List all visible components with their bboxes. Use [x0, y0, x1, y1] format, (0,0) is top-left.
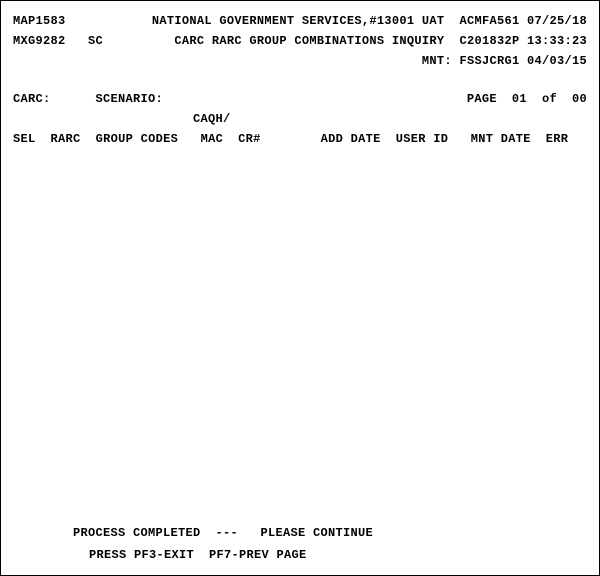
header-time: 13:33:23 — [527, 34, 587, 48]
header-line-3: MNT: FSSJCRG1 04/03/15 — [13, 55, 587, 67]
mnt-id: FSSJCRG1 — [459, 54, 519, 68]
mnt-date: 04/03/15 — [527, 54, 587, 68]
status-message: PROCESS COMPLETED --- PLEASE CONTINUE — [73, 527, 599, 539]
col-rarc: RARC — [51, 133, 81, 145]
region-code: SC — [88, 34, 103, 48]
col-add-date: ADD DATE — [321, 133, 381, 145]
page-total: 00 — [572, 92, 587, 106]
map-id: MAP1583 — [13, 15, 66, 27]
page-label: PAGE — [467, 92, 497, 106]
header-date: 07/25/18 — [527, 14, 587, 28]
col-err: ERR — [546, 133, 569, 145]
col-mac: MAC — [201, 133, 224, 145]
params-line: CARC: SCENARIO: PAGE 01 of 00 — [13, 93, 587, 105]
col-mnt-date: MNT DATE — [471, 133, 531, 145]
col-group-codes: GROUP CODES — [96, 133, 179, 145]
function-keys: PRESS PF3-EXIT PF7-PREV PAGE — [89, 549, 599, 561]
header-line-1: MAP1583 NATIONAL GOVERNMENT SERVICES,#13… — [13, 15, 587, 27]
cycle-id: C201832P — [459, 34, 519, 48]
scenario-label: SCENARIO: — [96, 93, 164, 105]
col-user-id: USER ID — [396, 133, 449, 145]
col-sel: SEL — [13, 133, 36, 145]
column-headers: SEL RARC GROUP CODES MAC CR# ADD DATE US… — [13, 133, 587, 145]
page-current: 01 — [512, 92, 527, 106]
org-title: NATIONAL GOVERNMENT SERVICES,#13001 UAT — [152, 14, 445, 28]
user-id: MXG9282 — [13, 34, 66, 48]
page-of: of — [542, 92, 557, 106]
caqh-label: CAQH/ — [193, 113, 231, 125]
mnt-label: MNT: — [422, 54, 452, 68]
sys-id: ACMFA561 — [459, 14, 519, 28]
footer-area: PROCESS COMPLETED --- PLEASE CONTINUE PR… — [1, 527, 599, 561]
caqh-line: CAQH/ — [13, 113, 587, 125]
screen-subtitle: CARC RARC GROUP COMBINATIONS INQUIRY — [174, 34, 444, 48]
carc-label: CARC: — [13, 93, 51, 105]
header-line-2: MXG9282 SC CARC RARC GROUP COMBINATIONS … — [13, 35, 587, 47]
col-cr: CR# — [238, 133, 261, 145]
